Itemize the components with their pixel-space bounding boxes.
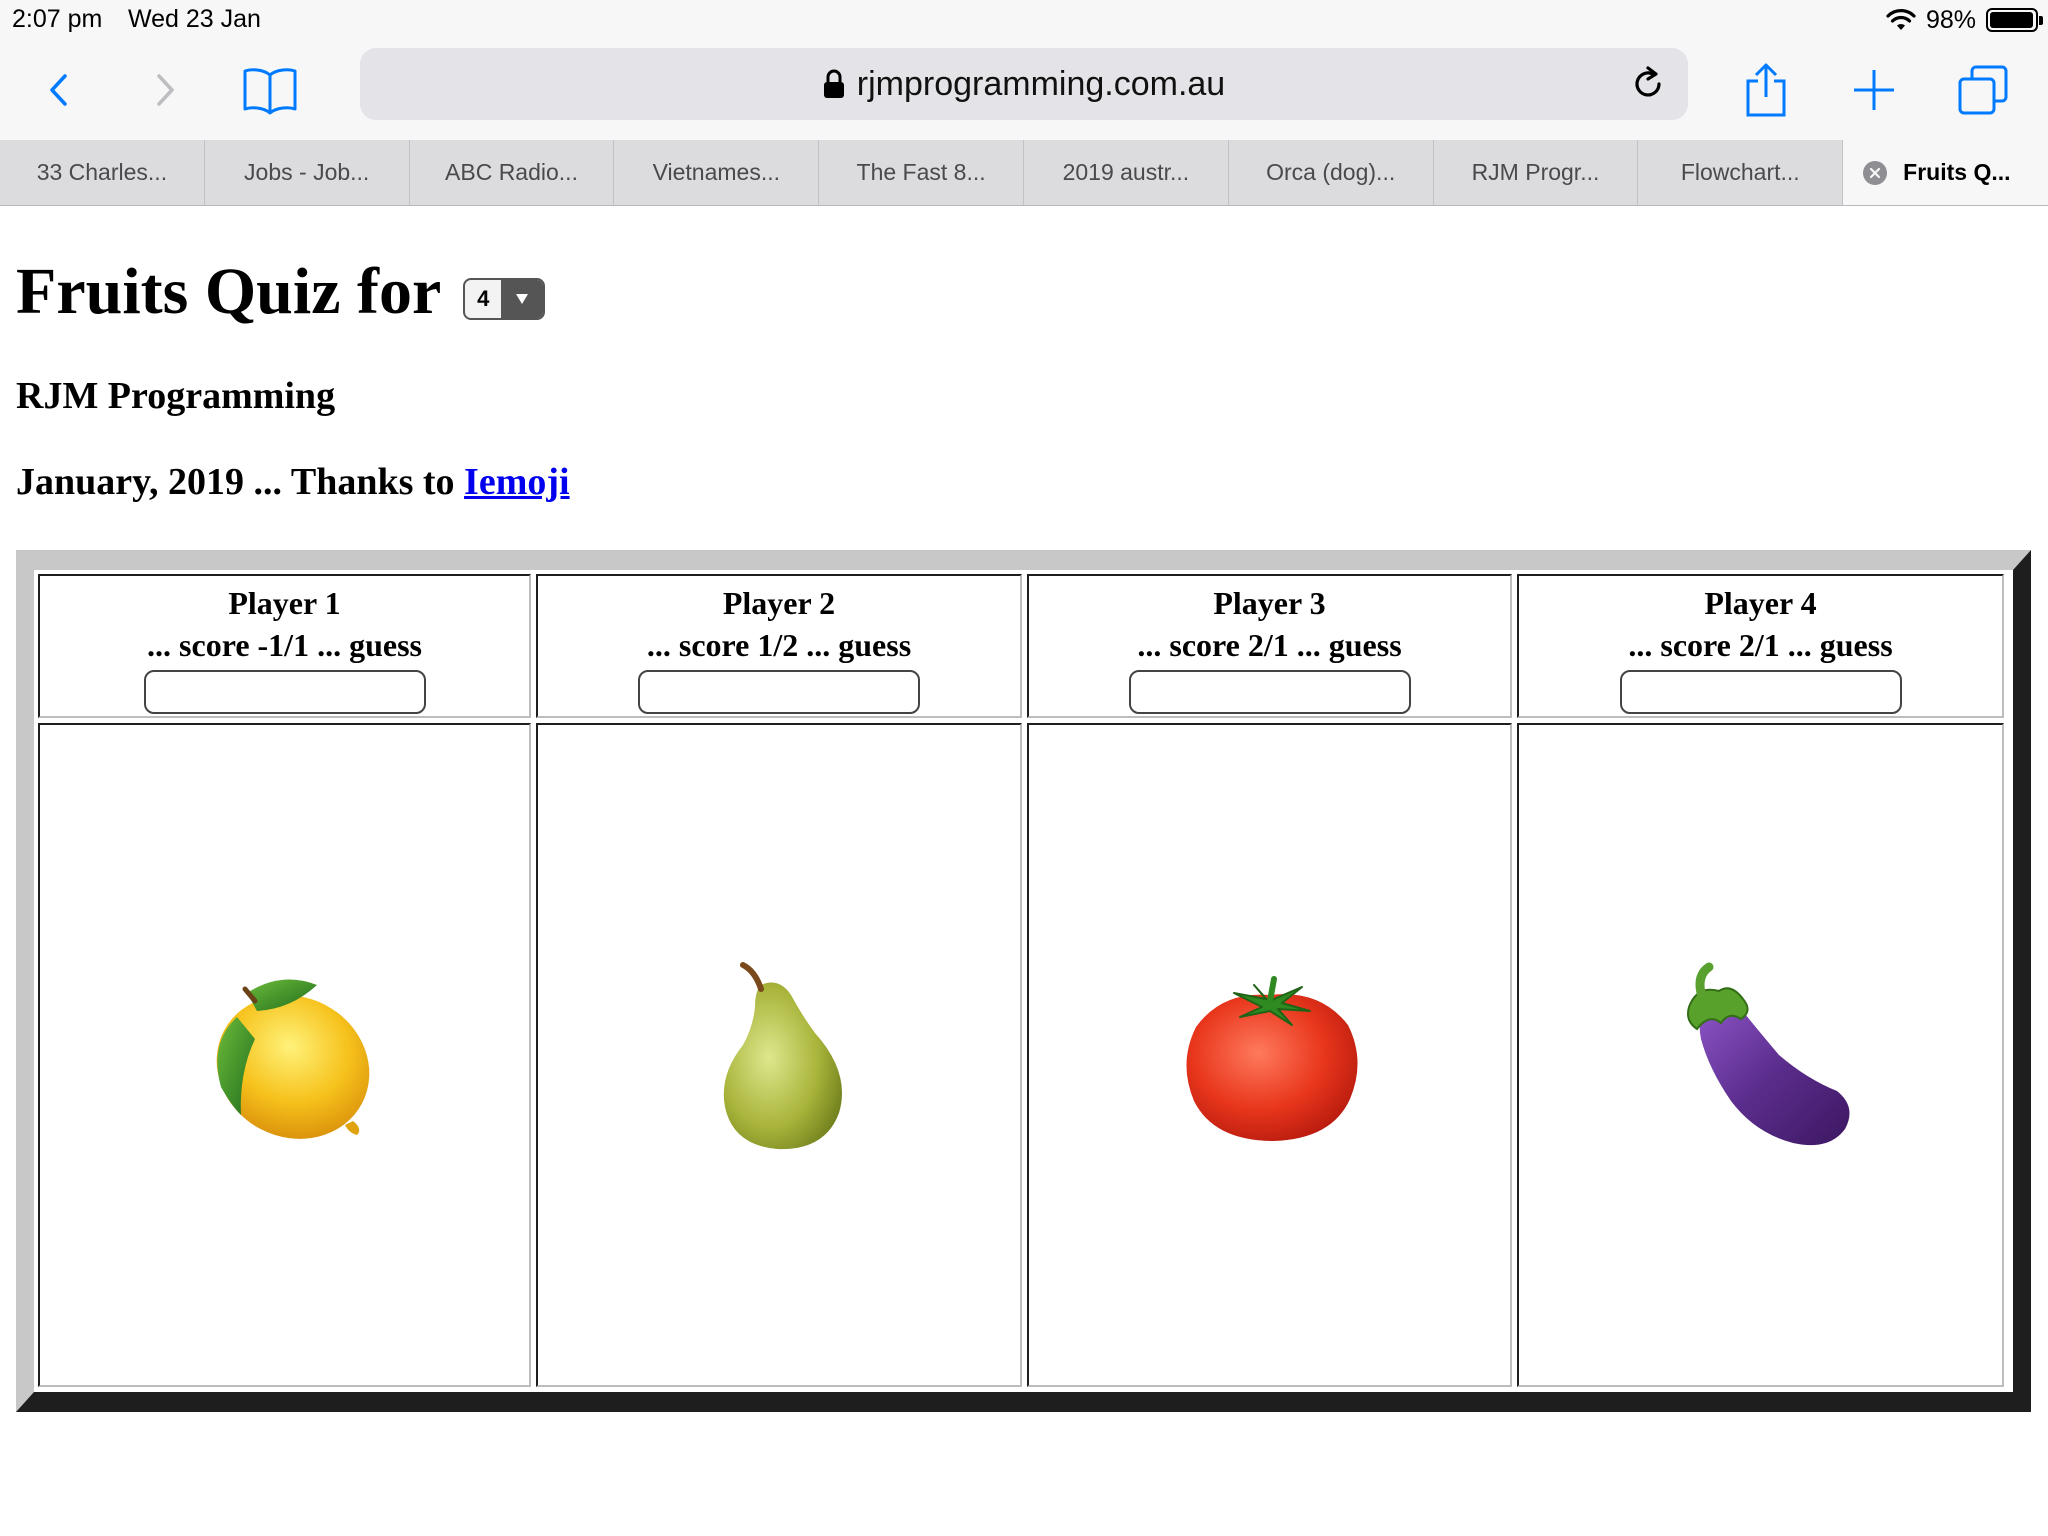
tab-label: ABC Radio... bbox=[445, 159, 578, 185]
tab[interactable]: The Fast 8... bbox=[819, 140, 1024, 205]
battery-icon bbox=[1986, 8, 2043, 32]
tab-label: 2019 austr... bbox=[1062, 159, 1190, 185]
guess-input[interactable] bbox=[638, 670, 920, 714]
player-header-cell: Player 1 ... score -1/1 ... guess bbox=[38, 574, 531, 718]
page-title-text: Fruits Quiz for bbox=[16, 255, 442, 328]
tab[interactable]: Flowchart... bbox=[1638, 140, 1844, 205]
fruit-cell bbox=[536, 723, 1022, 1387]
back-button[interactable] bbox=[22, 52, 98, 128]
tab-label: Vietnames... bbox=[652, 159, 780, 185]
tab-label: Orca (dog)... bbox=[1266, 159, 1396, 185]
player-header-cell: Player 2 ... score 1/2 ... guess bbox=[536, 574, 1022, 718]
page-title: Fruits Quiz for 4 bbox=[16, 254, 546, 330]
tab-label: Fruits Q... bbox=[1903, 159, 2011, 185]
tab-label: The Fast 8... bbox=[856, 159, 986, 185]
credit-prefix: January, 2019 ... Thanks to bbox=[16, 461, 455, 503]
chevron-right-icon bbox=[157, 74, 174, 106]
new-tab-button[interactable] bbox=[1836, 52, 1912, 128]
tabs-overview-button[interactable] bbox=[1945, 52, 2021, 128]
guess-input[interactable] bbox=[1128, 670, 1411, 714]
tab-label: RJM Progr... bbox=[1471, 159, 1600, 185]
player-header-cell: Player 4 ... score 2/1 ... guess bbox=[1517, 574, 2004, 718]
player-header-cell: Player 3 ... score 2/1 ... guess bbox=[1027, 574, 1512, 718]
caret-down-icon bbox=[516, 294, 529, 304]
plus-icon bbox=[1854, 70, 1894, 110]
forward-button[interactable] bbox=[126, 52, 202, 128]
guess-input[interactable] bbox=[143, 670, 426, 714]
browser-toolbar: rjmprogramming.com.au bbox=[0, 40, 2048, 140]
tab-label: Jobs - Job... bbox=[244, 159, 370, 185]
tab[interactable]: Jobs - Job... bbox=[205, 140, 410, 205]
close-icon bbox=[1870, 167, 1881, 178]
select-arrow bbox=[501, 280, 544, 318]
player-name: Player 2 bbox=[722, 585, 836, 621]
player-name: Player 1 bbox=[228, 585, 341, 621]
reload-icon bbox=[1635, 66, 1661, 97]
tab[interactable]: ABC Radio... bbox=[410, 140, 615, 205]
status-indicators: 98% bbox=[1886, 4, 2043, 36]
lock-icon bbox=[823, 69, 844, 98]
battery-level bbox=[1990, 12, 2034, 28]
tomato-icon bbox=[1185, 976, 1358, 1141]
share-icon bbox=[1746, 63, 1786, 117]
player-score: ... score 1/2 ... guess bbox=[646, 627, 912, 663]
tab[interactable]: Vietnames... bbox=[614, 140, 820, 205]
credit-line: January, 2019 ... Thanks to Iemoji bbox=[16, 460, 570, 504]
tab[interactable]: Orca (dog)... bbox=[1229, 140, 1434, 205]
tab-active[interactable]: Fruits Q... bbox=[1843, 140, 2048, 205]
player-name: Player 4 bbox=[1704, 585, 1817, 621]
status-date: Wed 23 Jan bbox=[128, 5, 261, 33]
tab[interactable]: 33 Charles... bbox=[0, 140, 205, 205]
eggplant-icon bbox=[1686, 962, 1849, 1146]
share-button[interactable] bbox=[1728, 52, 1804, 128]
fruit-cell bbox=[38, 723, 531, 1387]
battery-percent: 98% bbox=[1925, 5, 1976, 34]
guess-input[interactable] bbox=[1619, 670, 1902, 714]
tab-label: Flowchart... bbox=[1680, 159, 1800, 185]
tab-label: 33 Charles... bbox=[36, 159, 168, 185]
player-score: ... score 2/1 ... guess bbox=[1628, 627, 1893, 663]
close-tab-button[interactable] bbox=[1863, 160, 1888, 185]
reload-button[interactable] bbox=[1624, 60, 1672, 108]
fruit-cell bbox=[1517, 723, 2004, 1387]
web-page: Fruits Quiz for 4 RJM Programming Januar… bbox=[0, 206, 2048, 1536]
status-time: 2:07 pm bbox=[12, 5, 103, 33]
tab[interactable]: RJM Progr... bbox=[1434, 140, 1639, 205]
quiz-table: Player 1 ... score -1/1 ... guess Player… bbox=[16, 550, 2031, 1412]
tabs-icon bbox=[1958, 65, 2008, 115]
player-name: Player 3 bbox=[1213, 585, 1326, 621]
pear-icon bbox=[723, 962, 842, 1150]
url-text: rjmprogramming.com.au bbox=[856, 64, 1226, 103]
tab[interactable]: 2019 austr... bbox=[1024, 140, 1229, 205]
iemoji-link[interactable]: Iemoji bbox=[464, 461, 570, 503]
lemon-icon bbox=[216, 979, 369, 1139]
fruit-cell bbox=[1027, 723, 1512, 1387]
player-score: ... score 2/1 ... guess bbox=[1137, 627, 1402, 663]
bookmarks-button[interactable] bbox=[232, 52, 308, 128]
wifi-icon bbox=[1886, 9, 1916, 30]
player-count-value: 4 bbox=[477, 286, 490, 311]
tab-bar: 33 Charles... Jobs - Job... ABC Radio...… bbox=[0, 140, 2048, 206]
status-bar: 2:07 pm Wed 23 Jan 98% bbox=[0, 0, 2048, 40]
subtitle: RJM Programming bbox=[16, 375, 336, 417]
chevron-left-icon bbox=[50, 74, 67, 106]
address-bar[interactable]: rjmprogramming.com.au bbox=[360, 48, 1688, 120]
player-score: ... score -1/1 ... guess bbox=[147, 627, 422, 663]
player-count-select[interactable]: 4 bbox=[463, 278, 546, 320]
book-icon bbox=[243, 68, 297, 115]
